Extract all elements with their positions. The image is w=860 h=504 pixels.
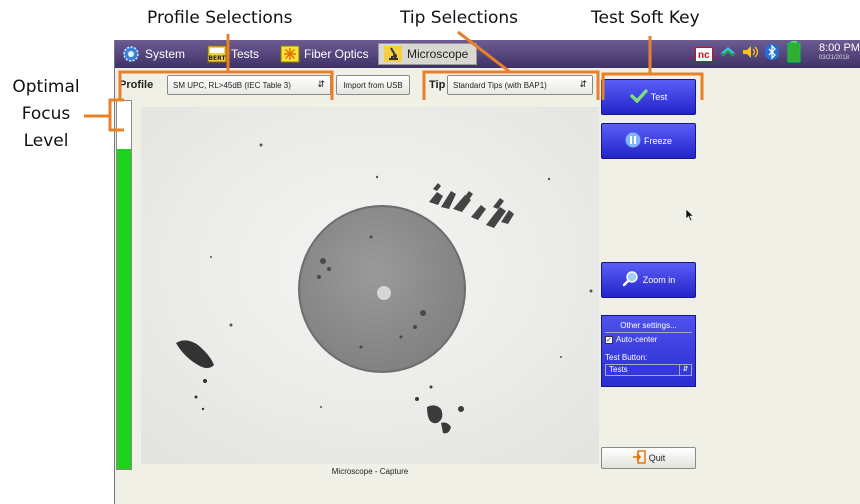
status-tray: nc (695, 40, 801, 68)
select-arrows-icon: ⇵ (317, 79, 325, 89)
view-caption: Microscope - Capture (331, 467, 409, 476)
screenshot-stage: Profile Selections Tip Selections Test S… (0, 0, 860, 504)
bert-icon-text: BERT (208, 55, 226, 62)
other-settings-panel: Other settings... ✓ Auto-center Test But… (601, 315, 696, 387)
annotation-optimal-focus-level: Optimal Focus Level (0, 74, 92, 155)
network-icon (718, 44, 738, 65)
tab-microscope[interactable]: Microscope (378, 43, 478, 65)
fiber-end-face-image (141, 107, 599, 464)
tip-select-value: Standard Tips (with BAP1) (453, 80, 547, 90)
pause-icon (625, 132, 641, 150)
annotation-profile-selections: Profile Selections (147, 8, 293, 28)
tab-microscope-label: Microscope (407, 47, 469, 61)
profile-select-value: SM UPC, RL>45dB (IEC Table 3) (173, 80, 291, 90)
tip-label: Tip (429, 79, 446, 91)
mouse-pointer-icon (685, 208, 695, 222)
annotation-test-soft-key: Test Soft Key (591, 8, 700, 28)
starburst-icon (280, 45, 300, 63)
quit-button-label: Quit (648, 453, 666, 463)
microscope-capture-view[interactable] (141, 107, 599, 464)
divider (605, 332, 692, 333)
clock-time: 8:00 PM (819, 42, 860, 54)
clock: 8:00 PM 03/21/2018 (819, 42, 860, 63)
annotation-tip-selections: Tip Selections (400, 8, 518, 28)
microscope-app-window: System BERT Tests Fiber Optics Microscop… (114, 40, 860, 504)
annotation-line-1: Optimal (12, 77, 80, 97)
fiber-core (377, 286, 391, 300)
freeze-button[interactable]: Freeze (601, 123, 696, 159)
focus-level-bar (116, 100, 132, 470)
test-button-select-value: Tests (609, 365, 628, 374)
magnifier-icon (622, 271, 640, 289)
annotation-line-3: Level (23, 131, 69, 151)
profile-label: Profile (119, 79, 154, 91)
test-button-label: Test (650, 92, 668, 102)
zoom-in-button-label: Zoom in (642, 275, 676, 285)
tab-tests-label: Tests (231, 47, 260, 61)
bluetooth-icon (764, 43, 779, 66)
checkmark-icon (630, 89, 648, 105)
tab-system[interactable]: System (121, 43, 185, 65)
battery-icon (787, 40, 801, 68)
tip-select[interactable]: Standard Tips (with BAP1) ⇵ (447, 75, 593, 95)
auto-center-label: Auto-center (616, 335, 658, 344)
speaker-icon (741, 44, 761, 65)
profile-select[interactable]: SM UPC, RL>45dB (IEC Table 3) ⇵ (167, 75, 331, 95)
freeze-button-label: Freeze (643, 136, 672, 146)
test-button[interactable]: Test (601, 79, 696, 115)
auto-center-checkbox[interactable]: ✓ Auto-center (605, 335, 695, 344)
checkbox-checked-icon: ✓ (605, 335, 613, 344)
import-from-usb-button[interactable]: Import from USB (336, 75, 410, 95)
quit-button[interactable]: Quit (601, 447, 696, 469)
focus-level-fill (117, 148, 131, 469)
zoom-in-button[interactable]: Zoom in (601, 262, 696, 298)
clock-date: 03/21/2018 (819, 55, 850, 61)
microscope-icon (383, 45, 403, 63)
other-settings-title[interactable]: Other settings... (602, 321, 695, 330)
nc-badge: nc (695, 46, 713, 62)
bert-icon: BERT (207, 45, 227, 63)
annotation-line-2: Focus (21, 104, 71, 124)
select-arrows-icon: ⇵ (579, 79, 587, 89)
tab-tests[interactable]: BERT Tests (207, 43, 259, 65)
exit-icon (632, 450, 646, 466)
select-arrows-icon: ⇵ (679, 365, 691, 375)
tab-fiber-optics[interactable]: Fiber Optics (280, 43, 369, 65)
test-button-setting-label: Test Button: (605, 353, 648, 362)
tab-system-label: System (145, 47, 186, 61)
test-button-select[interactable]: Tests ⇵ (605, 364, 692, 376)
top-menu-bar: System BERT Tests Fiber Optics Microscop… (115, 40, 860, 68)
tab-fiber-optics-label: Fiber Optics (304, 47, 369, 61)
gear-icon (121, 45, 141, 63)
